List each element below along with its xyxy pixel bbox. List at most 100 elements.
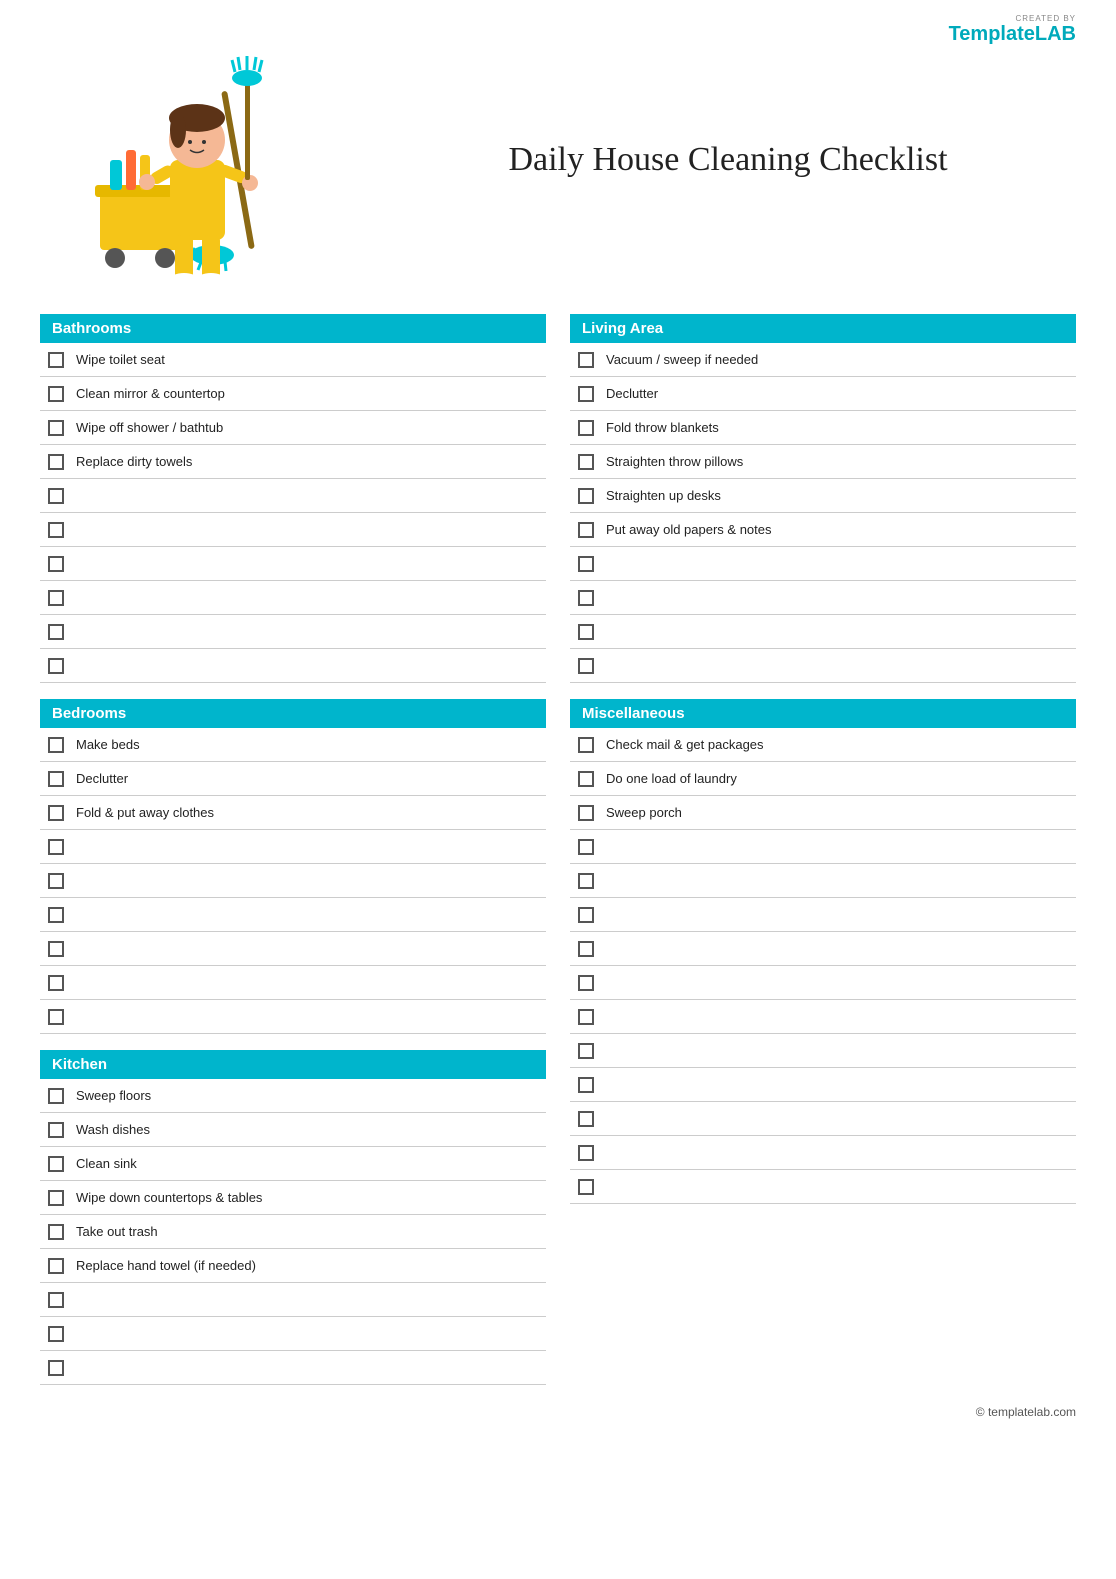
list-item: Wash dishes [40, 1113, 546, 1147]
list-item: Check mail & get packages [570, 728, 1076, 762]
checkbox[interactable] [48, 658, 64, 674]
checkbox[interactable] [578, 839, 594, 855]
checkbox[interactable] [578, 454, 594, 470]
checkbox[interactable] [48, 771, 64, 787]
right-column: Living Area Vacuum / sweep if needed Dec… [570, 314, 1076, 1385]
title-area: Daily House Cleaning Checklist [360, 141, 1076, 179]
checkbox[interactable] [48, 873, 64, 889]
checkbox[interactable] [578, 805, 594, 821]
item-text: Sweep floors [76, 1088, 538, 1103]
logo: CREATED BY TemplateLAB [949, 14, 1076, 46]
checkbox[interactable] [48, 1258, 64, 1274]
list-item [570, 615, 1076, 649]
list-item [40, 581, 546, 615]
item-text: Replace dirty towels [76, 454, 538, 469]
checkbox[interactable] [48, 1326, 64, 1342]
illustration [40, 30, 360, 290]
list-item [40, 932, 546, 966]
list-item [40, 1000, 546, 1034]
list-item [40, 966, 546, 1000]
item-text: Straighten throw pillows [606, 454, 1068, 469]
checkbox[interactable] [578, 624, 594, 640]
checkbox[interactable] [578, 1043, 594, 1059]
list-item [40, 864, 546, 898]
item-text: Take out trash [76, 1224, 538, 1239]
checkbox[interactable] [48, 1156, 64, 1172]
checkbox[interactable] [48, 624, 64, 640]
list-item [40, 898, 546, 932]
checkbox[interactable] [578, 556, 594, 572]
list-item: Replace dirty towels [40, 445, 546, 479]
checkbox[interactable] [578, 1111, 594, 1127]
checkbox[interactable] [578, 488, 594, 504]
checkbox[interactable] [48, 1122, 64, 1138]
list-item [570, 581, 1076, 615]
checkbox[interactable] [48, 488, 64, 504]
list-item [570, 547, 1076, 581]
item-text: Wipe toilet seat [76, 352, 538, 367]
checkbox[interactable] [578, 1145, 594, 1161]
checkbox[interactable] [578, 386, 594, 402]
list-item: Sweep floors [40, 1079, 546, 1113]
checkbox[interactable] [578, 1179, 594, 1195]
checkbox[interactable] [48, 805, 64, 821]
list-item [40, 479, 546, 513]
checkbox[interactable] [578, 658, 594, 674]
item-text: Fold throw blankets [606, 420, 1068, 435]
checkbox[interactable] [48, 975, 64, 991]
checkbox[interactable] [48, 1292, 64, 1308]
created-by-label: CREATED BY [949, 14, 1076, 23]
checkbox[interactable] [48, 590, 64, 606]
checkbox[interactable] [48, 386, 64, 402]
list-item: Put away old papers & notes [570, 513, 1076, 547]
bedrooms-section: Bedrooms Make beds Declutter Fold & put … [40, 699, 546, 1034]
list-item [570, 864, 1076, 898]
top-section: Daily House Cleaning Checklist [40, 30, 1076, 290]
miscellaneous-section: Miscellaneous Check mail & get packages … [570, 699, 1076, 1204]
item-text: Do one load of laundry [606, 771, 1068, 786]
checkbox[interactable] [578, 941, 594, 957]
checkbox[interactable] [48, 1088, 64, 1104]
checkbox[interactable] [578, 590, 594, 606]
checkbox[interactable] [578, 907, 594, 923]
item-text: Wash dishes [76, 1122, 538, 1137]
logo-template: Template [949, 23, 1035, 45]
checkbox[interactable] [48, 941, 64, 957]
checkbox[interactable] [48, 556, 64, 572]
list-item [570, 1034, 1076, 1068]
checkbox[interactable] [48, 907, 64, 923]
checkbox[interactable] [578, 771, 594, 787]
list-item [570, 1170, 1076, 1204]
checkbox[interactable] [48, 522, 64, 538]
checkbox[interactable] [578, 975, 594, 991]
item-text: Declutter [606, 386, 1068, 401]
list-item: Wipe off shower / bathtub [40, 411, 546, 445]
list-item [570, 649, 1076, 683]
checkbox[interactable] [48, 420, 64, 436]
checkbox[interactable] [48, 1224, 64, 1240]
checkbox[interactable] [48, 1190, 64, 1206]
checkbox[interactable] [48, 737, 64, 753]
checkbox[interactable] [48, 1009, 64, 1025]
checkbox[interactable] [578, 352, 594, 368]
list-item: Do one load of laundry [570, 762, 1076, 796]
checkbox[interactable] [578, 1009, 594, 1025]
checkbox[interactable] [48, 1360, 64, 1376]
bathrooms-header: Bathrooms [40, 314, 546, 343]
checkbox[interactable] [578, 420, 594, 436]
checkbox[interactable] [48, 454, 64, 470]
checkbox[interactable] [48, 839, 64, 855]
checkbox[interactable] [578, 737, 594, 753]
checkbox[interactable] [48, 352, 64, 368]
logo-text: TemplateLAB [949, 23, 1076, 45]
list-item [570, 898, 1076, 932]
list-item [570, 932, 1076, 966]
checkbox[interactable] [578, 873, 594, 889]
item-text: Clean sink [76, 1156, 538, 1171]
checkbox[interactable] [578, 522, 594, 538]
footer-text: © templatelab.com [976, 1405, 1076, 1419]
list-item [40, 830, 546, 864]
item-text: Clean mirror & countertop [76, 386, 538, 401]
kitchen-header: Kitchen [40, 1050, 546, 1079]
checkbox[interactable] [578, 1077, 594, 1093]
